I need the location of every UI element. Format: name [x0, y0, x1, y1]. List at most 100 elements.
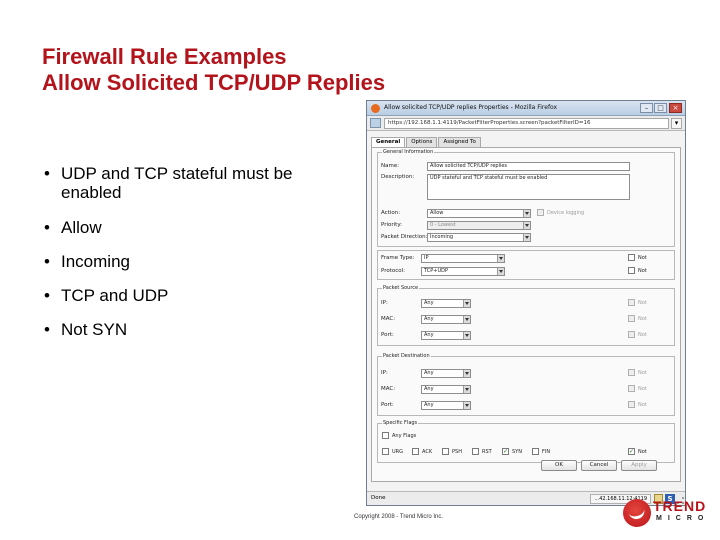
- description-label: Description:: [381, 174, 415, 180]
- source-ip-not-checkbox[interactable]: [628, 299, 635, 306]
- copyright-text: Copyright 2008 - Trend Micro Inc.: [354, 514, 444, 520]
- logo-text-trend: TREND: [653, 498, 707, 514]
- chevron-down-icon: [463, 316, 470, 323]
- action-select[interactable]: Allow: [427, 209, 531, 218]
- destination-mac-select[interactable]: Any: [421, 385, 471, 394]
- flag-psh-checkbox[interactable]: [442, 448, 449, 455]
- source-ip-not-label: Not: [638, 300, 647, 306]
- source-ip-label: IP:: [381, 300, 388, 306]
- ok-button[interactable]: OK: [541, 460, 577, 471]
- chevron-down-icon: [463, 300, 470, 307]
- destination-port-not-checkbox[interactable]: [628, 401, 635, 408]
- packet-direction-select[interactable]: Incoming: [427, 233, 531, 242]
- status-text: Done: [371, 495, 386, 501]
- device-logging-label: Device logging: [547, 210, 585, 216]
- destination-ip-label: IP:: [381, 370, 388, 376]
- site-identity-icon[interactable]: [370, 118, 381, 128]
- chevron-down-icon: [463, 402, 470, 409]
- tab-general[interactable]: General: [371, 137, 406, 147]
- any-flags-checkbox[interactable]: [382, 432, 389, 439]
- bullet-incoming: Incoming: [44, 252, 344, 271]
- frame-type-select[interactable]: IP: [421, 254, 505, 263]
- tab-assigned-to[interactable]: Assigned To: [438, 137, 481, 147]
- destination-mac-not-checkbox[interactable]: [628, 385, 635, 392]
- chevron-down-icon: [463, 370, 470, 377]
- flag-rst-checkbox[interactable]: [472, 448, 479, 455]
- flag-syn-checkbox[interactable]: ✓: [502, 448, 509, 455]
- flag-rst-label: RST: [482, 449, 492, 455]
- bullet-stateful: UDP and TCP stateful must be enabled: [44, 164, 344, 202]
- flag-urg-label: URG: [392, 449, 404, 455]
- chevron-down-icon: [523, 210, 530, 217]
- packet-direction-label: Packet Direction:: [381, 234, 428, 240]
- source-ip-select[interactable]: Any: [421, 299, 471, 308]
- protocol-select[interactable]: TCP+UDP: [421, 267, 505, 276]
- bullet-not-syn: Not SYN: [44, 320, 344, 339]
- source-mac-label: MAC:: [381, 316, 396, 322]
- page-options-icon[interactable]: ▾: [671, 118, 682, 129]
- title-bar[interactable]: Allow solicited TCP/UDP replies Properti…: [367, 101, 685, 116]
- flags-not-label: Not: [638, 449, 647, 455]
- protocol-not-label: Not: [638, 268, 647, 274]
- source-mac-not-label: Not: [638, 316, 647, 322]
- chevron-down-icon: [463, 332, 470, 339]
- name-label: Name:: [381, 163, 400, 169]
- cancel-button[interactable]: Cancel: [581, 460, 617, 471]
- chevron-down-icon: [497, 255, 504, 262]
- general-panel: General Information Name: Allow solicite…: [371, 147, 681, 482]
- destination-port-label: Port:: [381, 402, 394, 408]
- destination-ip-select[interactable]: Any: [421, 369, 471, 378]
- url-field[interactable]: https://192.168.1.1:4119/PacketFilterPro…: [384, 118, 669, 129]
- destination-mac-label: MAC:: [381, 386, 396, 392]
- slide-title-line-2: Allow Solicited TCP/UDP Replies: [42, 70, 386, 95]
- maximize-button[interactable]: □: [654, 103, 667, 113]
- flag-urg-checkbox[interactable]: [382, 448, 389, 455]
- window-title: Allow solicited TCP/UDP replies Properti…: [384, 104, 558, 111]
- flag-fin-checkbox[interactable]: [532, 448, 539, 455]
- specific-flags-heading: Specific Flags: [382, 420, 419, 426]
- properties-tabs: General Options Assigned To: [371, 137, 482, 147]
- tab-options[interactable]: Options: [406, 137, 438, 147]
- chevron-down-icon: [463, 386, 470, 393]
- trend-micro-logo-icon: [623, 499, 651, 527]
- flag-ack-label: ACK: [422, 449, 433, 455]
- flags-not-checkbox[interactable]: ✓: [628, 448, 635, 455]
- frame-type-not-checkbox[interactable]: [628, 254, 635, 261]
- packet-destination-heading: Packet Destination: [382, 353, 431, 359]
- logo-text-micro: MICRO: [656, 515, 710, 522]
- firefox-icon: [371, 104, 380, 113]
- flag-psh-label: PSH: [452, 449, 462, 455]
- bullet-tcp-udp: TCP and UDP: [44, 286, 344, 305]
- device-logging-checkbox[interactable]: [537, 209, 544, 216]
- action-label: Action:: [381, 210, 401, 216]
- chevron-down-icon: [497, 268, 504, 275]
- bullet-list: UDP and TCP stateful must be enabled All…: [44, 164, 344, 354]
- source-port-select[interactable]: Any: [421, 331, 471, 340]
- protocol-not-checkbox[interactable]: [628, 267, 635, 274]
- destination-ip-not-checkbox[interactable]: [628, 369, 635, 376]
- source-port-label: Port:: [381, 332, 394, 338]
- name-field[interactable]: Allow solicited TCP/UDP replies: [427, 162, 630, 171]
- flag-ack-checkbox[interactable]: [412, 448, 419, 455]
- destination-port-not-label: Not: [638, 402, 647, 408]
- flag-fin-label: FIN: [542, 449, 551, 455]
- source-mac-select[interactable]: Any: [421, 315, 471, 324]
- slide-title: Firewall Rule Examples Allow Solicited T…: [42, 44, 385, 96]
- specific-flags-group: Specific Flags: [377, 420, 675, 463]
- source-port-not-checkbox[interactable]: [628, 331, 635, 338]
- description-field[interactable]: UDP stateful and TCP stateful must be en…: [427, 174, 630, 200]
- destination-port-select[interactable]: Any: [421, 401, 471, 410]
- source-mac-not-checkbox[interactable]: [628, 315, 635, 322]
- apply-button[interactable]: Apply: [621, 460, 657, 471]
- minimize-button[interactable]: –: [640, 103, 653, 113]
- close-button[interactable]: ×: [669, 103, 682, 113]
- priority-label: Priority:: [381, 222, 403, 228]
- any-flags-label: Any Flags: [392, 433, 417, 439]
- slide-title-line-1: Firewall Rule Examples: [42, 44, 287, 69]
- flag-syn-label: SYN: [512, 449, 522, 455]
- priority-select[interactable]: 0 - Lowest: [427, 221, 531, 230]
- source-port-not-label: Not: [638, 332, 647, 338]
- general-information-heading: General Information: [382, 149, 435, 155]
- bullet-allow: Allow: [44, 218, 344, 237]
- chevron-down-icon: [523, 234, 530, 241]
